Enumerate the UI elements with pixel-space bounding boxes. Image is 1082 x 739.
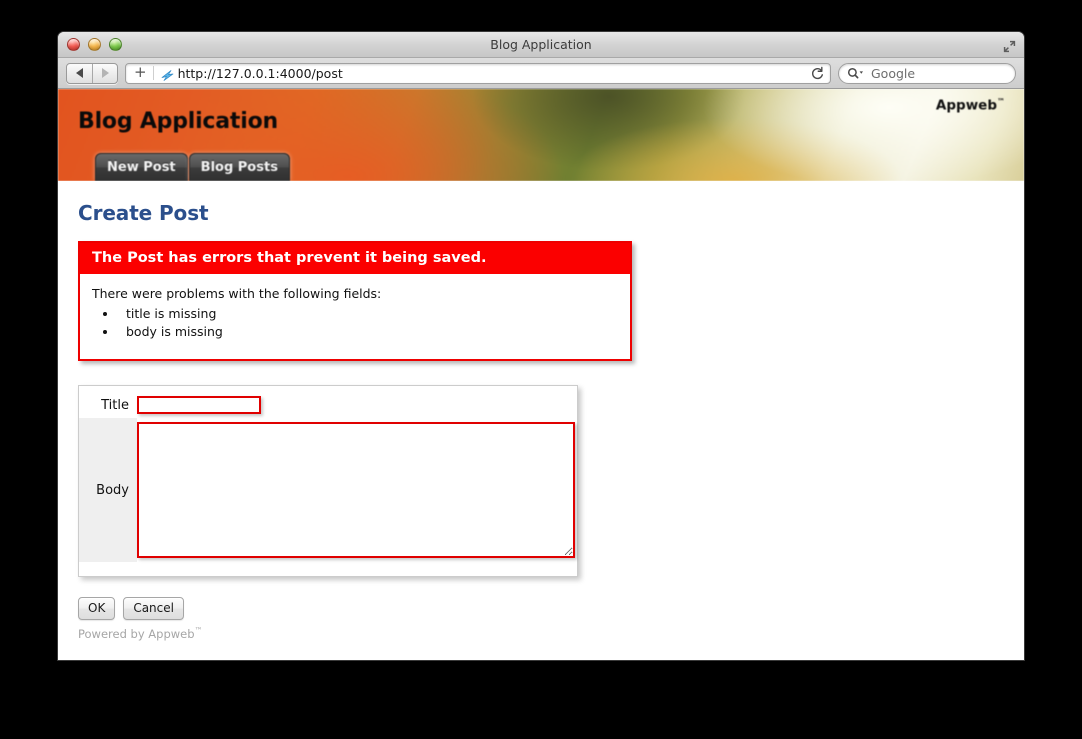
page-footer: Powered by Appweb™ — [78, 626, 203, 641]
browser-toolbar: + http://127.0.0.1:4000/post Google — [58, 58, 1024, 89]
trademark-symbol: ™ — [997, 97, 1005, 106]
cancel-button[interactable]: Cancel — [123, 597, 184, 621]
form-actions: OK Cancel — [78, 597, 1004, 621]
ok-button[interactable]: OK — [78, 597, 116, 621]
forward-arrow-icon — [101, 68, 109, 78]
post-form: Title Body — [78, 385, 578, 578]
error-body: There were problems with the following f… — [80, 274, 630, 359]
window-titlebar: Blog Application — [58, 32, 1024, 58]
body-input[interactable] — [137, 422, 575, 559]
reload-icon[interactable] — [808, 64, 826, 82]
appweb-brand: Appweb™ — [936, 97, 1005, 114]
back-arrow-icon — [76, 68, 83, 78]
window-title: Blog Application — [490, 37, 592, 52]
url-text: http://127.0.0.1:4000/post — [177, 65, 343, 81]
title-input[interactable] — [137, 396, 261, 415]
tab-blog-posts[interactable]: Blog Posts — [188, 153, 290, 181]
list-item: title is missing — [118, 305, 618, 323]
body-label: Body — [79, 418, 137, 563]
error-title: The Post has errors that prevent it bein… — [80, 243, 630, 274]
lightning-bolt-favicon — [160, 67, 175, 81]
tab-new-post[interactable]: New Post — [95, 153, 188, 181]
search-placeholder-text: Google — [871, 65, 916, 81]
error-intro-text: There were problems with the following f… — [92, 286, 382, 301]
list-item: body is missing — [118, 323, 618, 341]
add-bookmark-button[interactable]: + — [132, 64, 153, 82]
magnifier-icon — [847, 67, 865, 79]
footer-text: Powered by Appweb — [78, 627, 195, 641]
error-field-list: title is missing body is missing — [92, 305, 618, 341]
title-field-row: Title — [79, 396, 577, 415]
forward-button[interactable] — [92, 63, 117, 83]
body-field-row: Body — [79, 418, 577, 563]
back-button[interactable] — [67, 64, 92, 83]
fullscreen-icon[interactable] — [1003, 38, 1016, 53]
appweb-brand-text: Appweb — [935, 97, 997, 114]
app-title: Blog Application — [78, 109, 278, 134]
address-bar[interactable]: + http://127.0.0.1:4000/post — [125, 62, 831, 84]
navigation-buttons — [66, 62, 118, 84]
toolbar-divider — [152, 66, 154, 80]
app-header-banner: Blog Application Appweb™ New Post Blog P… — [58, 89, 1024, 181]
title-label: Title — [101, 397, 129, 413]
footer-trademark-symbol: ™ — [194, 626, 203, 636]
main-content: Create Post The Post has errors that pre… — [58, 181, 1024, 659]
page-viewport: Blog Application Appweb™ New Post Blog P… — [58, 89, 1024, 659]
error-panel: The Post has errors that prevent it bein… — [78, 241, 632, 362]
search-input[interactable]: Google — [838, 62, 1016, 84]
navigation-tabs: New Post Blog Posts — [95, 153, 291, 181]
page-title: Create Post — [78, 201, 209, 225]
browser-window: Blog Application + http://127.0.0.1:4000… — [58, 32, 1024, 660]
